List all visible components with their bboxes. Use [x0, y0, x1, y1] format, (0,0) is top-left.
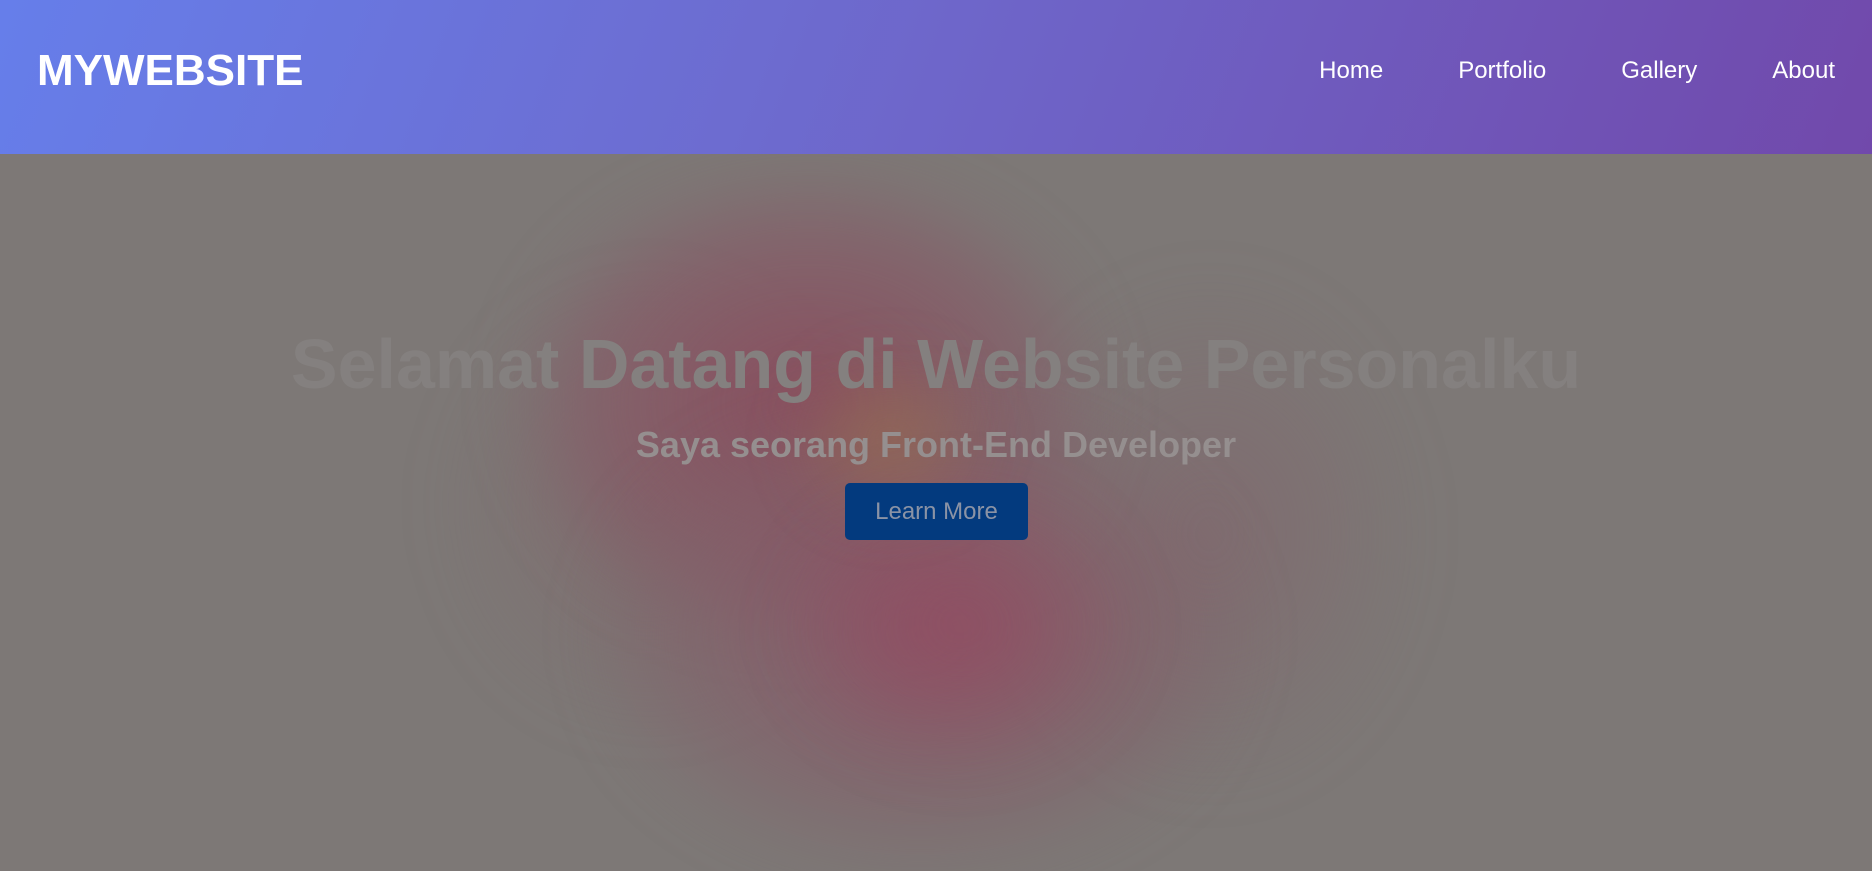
- main-nav: Home Portfolio Gallery About: [1244, 57, 1835, 85]
- site-header: MYWEBSITE Home Portfolio Gallery About: [0, 0, 1872, 154]
- learn-more-button[interactable]: Learn More: [845, 483, 1028, 540]
- nav-link-home[interactable]: Home: [1319, 57, 1383, 85]
- hero-title: Selamat Datang di Website Personalku: [290, 325, 1582, 403]
- site-logo[interactable]: MYWEBSITE: [37, 46, 303, 96]
- hero-subtitle: Saya seorang Front-End Developer: [635, 424, 1237, 465]
- nav-link-gallery[interactable]: Gallery: [1621, 57, 1697, 85]
- hero-section: Selamat Datang di Website Personalku Say…: [0, 154, 1872, 871]
- nav-link-about[interactable]: About: [1772, 57, 1835, 85]
- nav-link-portfolio[interactable]: Portfolio: [1458, 57, 1546, 85]
